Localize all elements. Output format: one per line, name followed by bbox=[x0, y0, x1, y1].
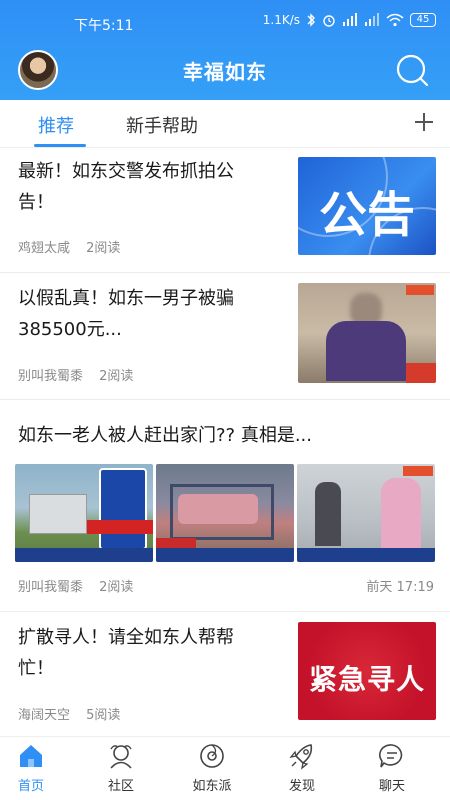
article-author: 海阔天空 bbox=[18, 708, 71, 723]
article-thumbnail bbox=[298, 283, 436, 383]
article-thumbnail: 紧急寻人 bbox=[298, 622, 436, 720]
nav-label: 社区 bbox=[107, 779, 134, 794]
alarm-icon bbox=[323, 15, 335, 27]
article-meta: 鸡翅太咸 2阅读 bbox=[18, 237, 132, 256]
category-tabs: 推荐 新手帮助 bbox=[0, 100, 450, 148]
tab-recommend[interactable]: 推荐 bbox=[38, 112, 74, 138]
battery-icon: 45 bbox=[410, 13, 436, 27]
tab-newbie-help[interactable]: 新手帮助 bbox=[126, 112, 198, 138]
active-tab-indicator bbox=[34, 144, 86, 147]
thumbnail-text: 公告 bbox=[318, 187, 415, 243]
article-image bbox=[297, 464, 435, 562]
nav-label: 聊天 bbox=[378, 779, 405, 794]
chat-icon bbox=[378, 744, 403, 768]
article-image bbox=[15, 464, 153, 562]
status-bar: 下午5:11 1.1K/s 45 bbox=[0, 0, 450, 44]
article-thumbnail: 公告 bbox=[298, 157, 436, 255]
nav-item-chat[interactable]: 聊天 bbox=[347, 737, 437, 800]
thumbnail-text: 紧急寻人 bbox=[308, 663, 425, 696]
article-time: 前天 17:19 bbox=[366, 580, 434, 595]
article-title: 最新！如东交警发布抓拍公 告！ bbox=[18, 161, 234, 213]
article-author: 别叫我蜀黍 bbox=[18, 369, 84, 384]
list-item[interactable]: 最新！如东交警发布抓拍公 告！ 鸡翅太咸 2阅读 公告 bbox=[0, 148, 450, 273]
article-meta: 海阔天空 5阅读 bbox=[18, 704, 132, 723]
nav-item-community[interactable]: 社区 bbox=[76, 737, 166, 800]
article-reads: 2阅读 bbox=[99, 580, 134, 595]
article-author: 鸡翅太咸 bbox=[18, 241, 71, 256]
nav-item-discover[interactable]: 发现 bbox=[257, 737, 347, 800]
home-icon bbox=[20, 745, 42, 767]
signal-hd-icon bbox=[343, 13, 357, 26]
signal-icon bbox=[365, 13, 379, 26]
status-icons: 1.1K/s 45 bbox=[263, 13, 436, 27]
network-speed: 1.1K/s bbox=[262, 13, 300, 27]
plus-icon[interactable] bbox=[410, 108, 438, 136]
rudongpai-icon bbox=[200, 744, 224, 768]
article-title: 如东一老人被人赶出家门?? 真相是... bbox=[18, 425, 312, 446]
article-meta: 别叫我蜀黍 2阅读 bbox=[18, 576, 145, 595]
search-icon[interactable] bbox=[394, 52, 432, 90]
nav-label: 如东派 bbox=[192, 779, 232, 794]
list-item[interactable]: 扩散寻人！请全如东人帮帮 忙！ 海阔天空 5阅读 紧急寻人 bbox=[0, 612, 450, 736]
nav-item-rudongpai[interactable]: 如东派 bbox=[167, 737, 257, 800]
list-item[interactable]: 以假乱真！如东一男子被骗 385500元... 别叫我蜀黍 2阅读 bbox=[0, 273, 450, 400]
article-reads: 5阅读 bbox=[86, 708, 121, 723]
wifi-icon bbox=[386, 13, 404, 27]
app-header: 下午5:11 1.1K/s 45 幸福如东 bbox=[0, 0, 450, 100]
nav-label: 首页 bbox=[17, 779, 44, 794]
page-title: 幸福如东 bbox=[183, 60, 267, 84]
title-bar: 幸福如东 bbox=[0, 44, 450, 96]
list-item[interactable]: 如东一老人被人赶出家门?? 真相是... 别叫我蜀黍 2阅读 前天 17:19 bbox=[0, 400, 450, 612]
rocket-icon bbox=[289, 744, 313, 770]
status-time: 下午5:11 bbox=[74, 18, 134, 34]
bottom-nav: 首页 社区 如东派 发现 聊天 bbox=[0, 736, 450, 800]
bluetooth-icon bbox=[307, 13, 315, 27]
nav-item-home[interactable]: 首页 bbox=[0, 737, 76, 800]
news-feed: 最新！如东交警发布抓拍公 告！ 鸡翅太咸 2阅读 公告 以假乱真！如东一男子被骗… bbox=[0, 148, 450, 736]
nav-label: 发现 bbox=[288, 779, 315, 794]
article-title: 以假乱真！如东一男子被骗 385500元... bbox=[18, 288, 234, 340]
article-reads: 2阅读 bbox=[99, 369, 134, 384]
article-title: 扩散寻人！请全如东人帮帮 忙！ bbox=[18, 627, 234, 679]
community-icon bbox=[110, 745, 132, 769]
article-reads: 2阅读 bbox=[86, 241, 121, 256]
article-author: 别叫我蜀黍 bbox=[18, 580, 84, 595]
article-meta: 别叫我蜀黍 2阅读 bbox=[18, 365, 145, 384]
article-image bbox=[156, 464, 294, 562]
